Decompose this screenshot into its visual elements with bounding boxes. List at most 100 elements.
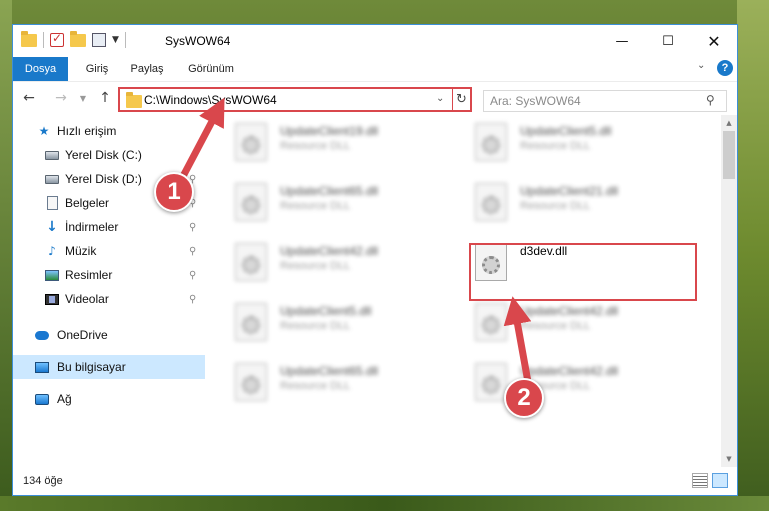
up-button[interactable]: ↑	[97, 90, 113, 106]
sidebar-item-label: Resimler	[65, 268, 113, 282]
file-name: UpdateClient5.dll	[520, 124, 612, 138]
scroll-down-icon[interactable]: ▼	[721, 451, 737, 467]
address-bar[interactable]: C:\Windows\SysWOW64 ⌄ ↻	[118, 87, 472, 112]
file-type: Resource DLL	[280, 140, 351, 152]
ribbon-tabs: Dosya Giriş Paylaş Görünüm ⌄ ?	[13, 57, 737, 81]
tab-home[interactable]: Giriş	[79, 57, 115, 81]
sidebar-item-pictures[interactable]: Resimler ⚲	[13, 263, 205, 287]
sidebar-item-this-pc[interactable]: Bu bilgisayar	[13, 355, 205, 379]
file-item[interactable]: UpdateClient42.dll Resource DLL	[453, 297, 673, 347]
folder-icon[interactable]	[21, 30, 37, 47]
toolbar-divider	[124, 32, 126, 48]
file-item[interactable]: UpdateClient42.dll Resource DLL	[453, 357, 673, 407]
file-item[interactable]: UpdateClient19.dll Resource DLL	[213, 117, 433, 167]
toolbar-divider	[43, 32, 44, 48]
tab-share[interactable]: Paylaş	[127, 57, 167, 81]
file-type: Resource DLL	[280, 380, 351, 392]
file-type: Resource DLL	[520, 200, 591, 212]
step-2-badge: 2	[504, 378, 544, 418]
maximize-button[interactable]: ☐	[645, 25, 691, 57]
search-icon[interactable]: ⚲	[706, 93, 715, 107]
search-input[interactable]: Ara: SysWOW64 ⚲	[483, 90, 727, 112]
details-view-icon[interactable]	[692, 473, 708, 488]
dll-file-icon	[235, 183, 267, 221]
refresh-button[interactable]: ↻	[452, 88, 470, 111]
window-title: SysWOW64	[165, 34, 231, 48]
file-item[interactable]: UpdateClient65.dll Resource DLL	[213, 177, 433, 227]
desktop-background-left	[0, 0, 12, 511]
computer-icon	[35, 360, 49, 374]
downloads-icon: ↓	[46, 219, 58, 235]
highlight-box	[469, 243, 697, 301]
dll-file-icon	[475, 183, 507, 221]
file-type: Resource DLL	[280, 260, 351, 272]
folder-icon	[126, 92, 142, 108]
dll-file-icon	[475, 363, 507, 401]
checklist-icon[interactable]	[50, 31, 64, 47]
sidebar-item-videos[interactable]: Videolar ⚲	[13, 287, 205, 311]
sidebar-item-quick-access[interactable]: ★ Hızlı erişim	[13, 119, 205, 143]
item-count: 134 öğe	[23, 475, 63, 487]
file-name: UpdateClient19.dll	[280, 124, 379, 138]
quick-access-toolbar: ▼	[21, 30, 126, 48]
scrollbar-thumb[interactable]	[723, 131, 735, 179]
recent-locations-chevron-icon[interactable]: ▼	[75, 90, 91, 106]
tab-view[interactable]: Görünüm	[183, 57, 239, 81]
forward-button[interactable]: →	[53, 90, 69, 106]
documents-icon	[45, 196, 59, 210]
sidebar-item-onedrive[interactable]: OneDrive	[13, 323, 205, 347]
file-item[interactable]: UpdateClient5.dll Resource DLL	[213, 297, 433, 347]
sidebar-item-label: Hızlı erişim	[57, 124, 117, 138]
file-item[interactable]: UpdateClient42.dll Resource DLL	[213, 237, 433, 287]
sidebar-item-downloads[interactable]: ↓ İndirmeler ⚲	[13, 215, 205, 239]
tiles-view-icon[interactable]	[712, 473, 728, 488]
sidebar-item-label: Bu bilgisayar	[57, 360, 126, 374]
sidebar-item-label: Videolar	[65, 292, 109, 306]
pictures-icon	[45, 268, 59, 282]
address-history-chevron-icon[interactable]: ⌄	[436, 93, 444, 104]
sidebar-item-network[interactable]: Ağ	[13, 387, 205, 411]
sidebar-item-local-disk-c[interactable]: Yerel Disk (C:)	[13, 143, 205, 167]
file-item[interactable]: UpdateClient65.dll Resource DLL	[213, 357, 433, 407]
minimize-button[interactable]: —	[599, 25, 645, 57]
dll-file-icon	[475, 123, 507, 161]
sidebar-item-label: İndirmeler	[65, 220, 119, 234]
help-icon[interactable]: ?	[717, 60, 733, 76]
sidebar-item-music[interactable]: ♪ Müzik ⚲	[13, 239, 205, 263]
back-button[interactable]: ←	[21, 90, 37, 106]
sidebar-item-label: Ağ	[57, 392, 72, 406]
sidebar-item-label: Yerel Disk (C:)	[65, 148, 142, 162]
pin-icon[interactable]: ⚲	[189, 294, 196, 305]
music-icon: ♪	[48, 244, 56, 258]
cloud-icon	[35, 328, 49, 342]
sidebar-item-label: Müzik	[65, 244, 97, 258]
file-type: Resource DLL	[520, 320, 591, 332]
file-item[interactable]: UpdateClient5.dll Resource DLL	[453, 117, 673, 167]
search-placeholder: Ara: SysWOW64	[490, 94, 581, 108]
tab-file[interactable]: Dosya	[13, 57, 68, 81]
file-name: UpdateClient21.dll	[520, 184, 619, 198]
properties-icon[interactable]	[92, 33, 106, 47]
vertical-scrollbar[interactable]: ▲ ▼	[721, 115, 737, 467]
sidebar-item-label: Yerel Disk (D:)	[65, 172, 142, 186]
pin-icon[interactable]: ⚲	[189, 222, 196, 233]
pin-icon[interactable]: ⚲	[189, 270, 196, 281]
close-button[interactable]: ✕	[691, 25, 737, 57]
file-item[interactable]: UpdateClient21.dll Resource DLL	[453, 177, 673, 227]
customize-toolbar-dropdown-icon[interactable]: ▼	[112, 35, 119, 45]
drive-icon	[45, 148, 59, 162]
pin-icon[interactable]: ⚲	[189, 246, 196, 257]
dll-file-icon	[235, 123, 267, 161]
navigation-pane: ★ Hızlı erişim Yerel Disk (C:) Yerel Dis…	[13, 115, 205, 467]
new-folder-icon[interactable]	[70, 30, 86, 47]
sidebar-item-label: OneDrive	[57, 328, 108, 342]
drive-icon	[45, 172, 59, 186]
file-type: Resource DLL	[280, 200, 351, 212]
network-icon	[35, 392, 49, 406]
file-name: UpdateClient42.dll	[520, 304, 619, 318]
address-path[interactable]: C:\Windows\SysWOW64	[144, 93, 277, 107]
file-list: UpdateClient19.dll Resource DLL UpdateCl…	[213, 115, 721, 467]
status-bar: 134 öğe	[13, 467, 737, 495]
scroll-up-icon[interactable]: ▲	[721, 115, 737, 131]
expand-ribbon-icon[interactable]: ⌄	[697, 60, 705, 71]
